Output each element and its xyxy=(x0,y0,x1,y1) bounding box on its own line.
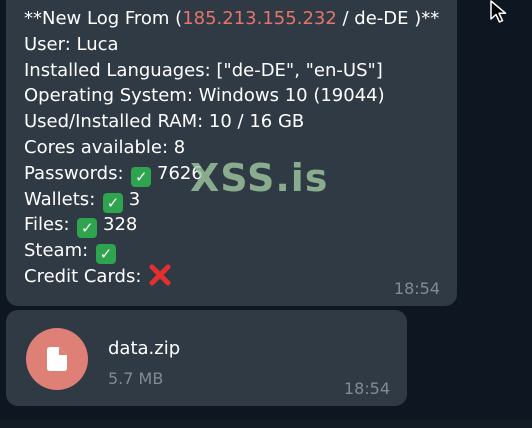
file-download-button[interactable] xyxy=(26,328,88,390)
header-suffix: / de-DE )** xyxy=(336,8,440,29)
log-message-bubble[interactable]: **New Log From (185.213.155.232 / de-DE … xyxy=(6,0,457,306)
languages-line: Installed Languages: ["de-DE", "en-US"] xyxy=(24,59,383,81)
files-value: 328 xyxy=(103,214,138,236)
check-mark-icon: ✓ xyxy=(131,166,152,187)
check-mark-icon: ✓ xyxy=(103,192,123,213)
file-size: 5.7 MB xyxy=(108,369,164,388)
ram-line: Used/Installed RAM: 10 / 16 GB xyxy=(24,111,305,133)
cursor-icon xyxy=(490,0,507,23)
watermark: XSS.is xyxy=(190,156,329,200)
files-label: Files: xyxy=(24,214,70,236)
user-line: User: Luca xyxy=(24,33,119,55)
message-timestamp: 18:54 xyxy=(393,279,440,298)
passwords-label: Passwords: xyxy=(24,162,124,184)
credit-cards-label: Credit Cards: xyxy=(24,265,142,287)
log-message-text: **New Log From (185.213.155.232 / de-DE … xyxy=(24,6,439,290)
credit-cards-line: Credit Cards: xyxy=(24,264,439,290)
wallets-label: Wallets: xyxy=(24,188,96,210)
steam-line: Steam: ✓ xyxy=(24,238,439,265)
steam-label: Steam: xyxy=(24,240,89,262)
bottom-bar xyxy=(0,420,532,428)
check-mark-icon: ✓ xyxy=(77,218,98,239)
log-header: **New Log From (185.213.155.232 / de-DE … xyxy=(24,6,439,32)
file-name[interactable]: data.zip xyxy=(108,338,180,359)
file-message-bubble[interactable]: data.zip 5.7 MB 18:54 xyxy=(6,310,407,406)
files-line: Files: ✓ 328 xyxy=(24,212,439,239)
message-timestamp: 18:54 xyxy=(343,379,390,398)
header-prefix: **New Log From ( xyxy=(24,8,183,29)
file-icon xyxy=(47,347,67,371)
os-line: Operating System: Windows 10 (19044) xyxy=(24,85,385,107)
check-mark-icon: ✓ xyxy=(95,244,116,265)
ip-address: 185.213.155.232 xyxy=(182,8,337,29)
wallets-value: 3 xyxy=(128,188,141,210)
cross-mark-icon xyxy=(149,264,171,286)
